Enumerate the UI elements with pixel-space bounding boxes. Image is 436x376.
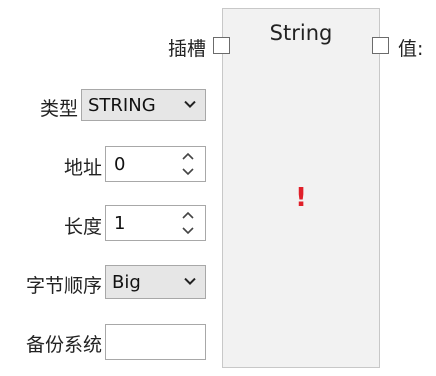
chevron-down-icon (183, 95, 197, 114)
string-block-panel[interactable]: String ! (222, 8, 380, 368)
length-spinner[interactable]: 1 (105, 205, 206, 241)
chevron-down-icon[interactable] (181, 167, 195, 177)
output-port-label: 值: (398, 38, 424, 60)
chevron-down-icon (183, 272, 197, 291)
backup-system-label: 备份系统 (25, 334, 102, 356)
address-label: 地址 (63, 157, 102, 179)
input-port-label: 插槽 (167, 38, 206, 60)
input-port[interactable] (213, 37, 230, 54)
address-value: 0 (114, 154, 126, 175)
chevron-up-icon[interactable] (181, 151, 195, 161)
type-select-value: STRING (88, 94, 156, 116)
type-select[interactable]: STRING (81, 89, 206, 121)
type-label: 类型 (39, 98, 78, 120)
byte-order-label: 字节顺序 (25, 275, 102, 297)
backup-system-input[interactable] (105, 324, 206, 360)
chevron-down-icon[interactable] (181, 226, 195, 236)
output-port[interactable] (372, 37, 389, 54)
length-value: 1 (114, 213, 126, 234)
error-indicator: ! (295, 183, 307, 213)
length-label: 长度 (63, 216, 102, 238)
byte-order-select[interactable]: Big (105, 265, 206, 299)
chevron-up-icon[interactable] (181, 210, 195, 220)
byte-order-value: Big (112, 271, 141, 293)
block-title: String (269, 21, 333, 45)
address-spinner[interactable]: 0 (105, 146, 206, 182)
